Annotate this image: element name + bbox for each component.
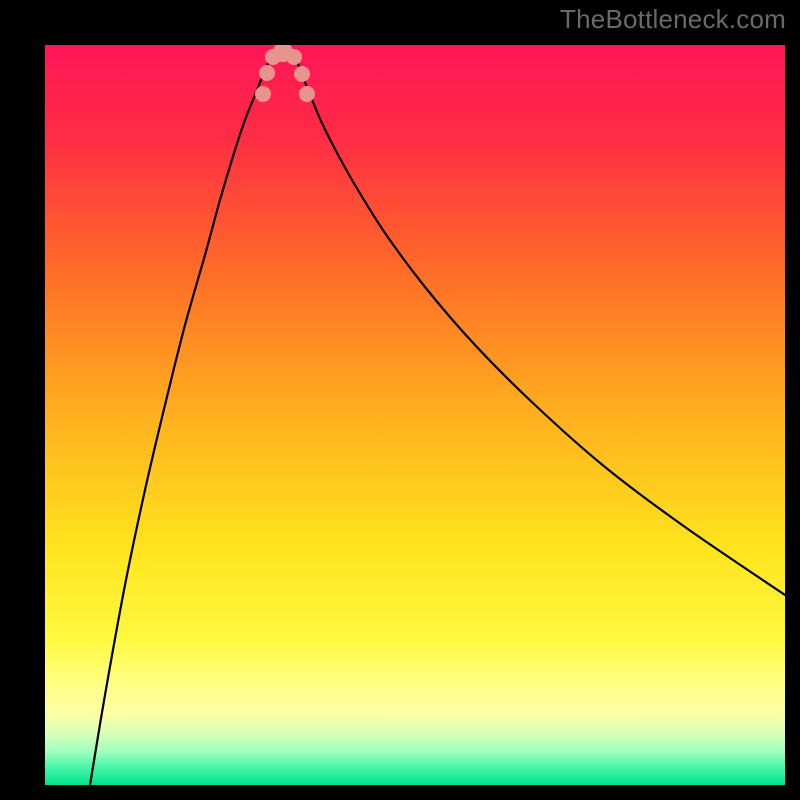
bottleneck-curve <box>45 45 785 785</box>
curve-marker-dot <box>299 86 315 102</box>
curve-marker-dot <box>255 86 271 102</box>
curve-marker-dot <box>286 49 302 65</box>
curve-marker-dot <box>259 65 275 81</box>
curve-markers <box>255 45 315 102</box>
curve-marker-dot <box>294 66 310 82</box>
chart-frame: TheBottleneck.com <box>0 0 800 800</box>
plot-area <box>45 45 785 785</box>
watermark-text: TheBottleneck.com <box>560 4 786 35</box>
